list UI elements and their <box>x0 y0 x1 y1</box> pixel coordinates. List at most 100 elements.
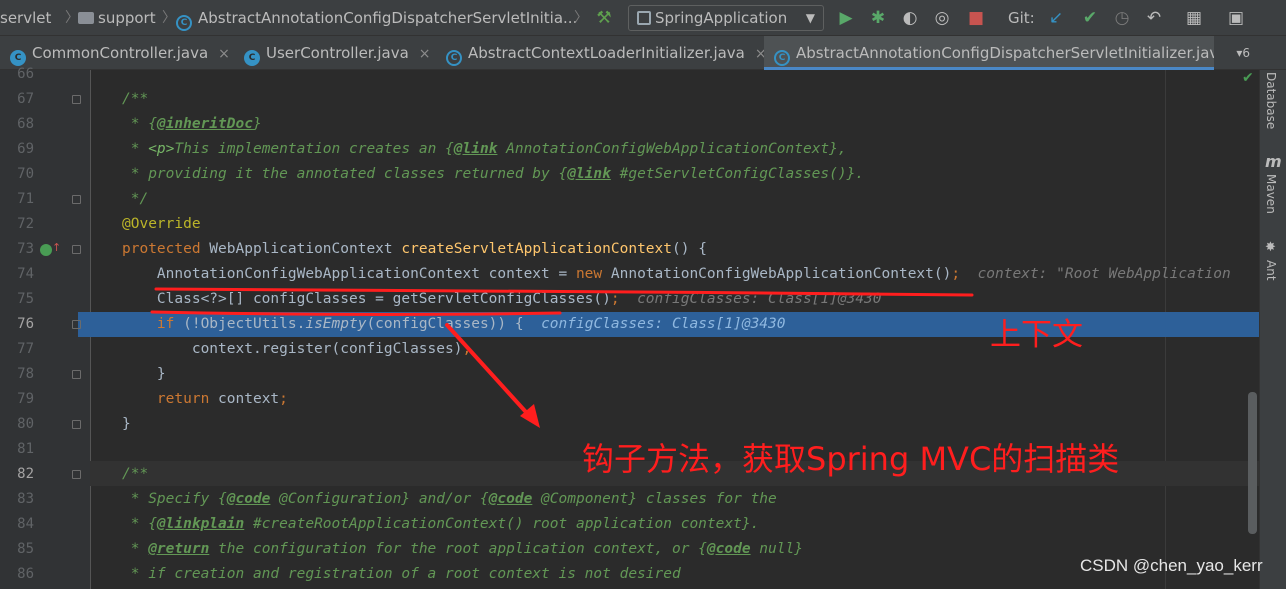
line-number: 66 <box>17 66 34 82</box>
code-text: protected WebApplicationContext createSe… <box>122 241 707 257</box>
code-text: /** <box>122 91 149 107</box>
navigation-toolbar: servlet 〉 support 〉 C AbstractAnnotationC… <box>0 0 1286 36</box>
git-update-icon[interactable]: ↙ <box>1046 8 1066 28</box>
code-text: * {@linkplain #createRootApplicationCont… <box>122 516 760 532</box>
line-number: 69 <box>17 141 34 157</box>
code-text: return context; <box>156 391 288 407</box>
breadcrumb-separator: 〉 <box>65 10 79 26</box>
code-line: 75 Class<?>[] configClasses = getServlet… <box>0 287 1286 312</box>
code-text: AnnotationConfigWebApplicationContext co… <box>122 266 1231 282</box>
git-label: Git: <box>1008 9 1035 27</box>
git-commit-check-icon[interactable]: ✔ <box>1080 8 1100 28</box>
breadcrumb-item-servlet[interactable]: servlet <box>0 0 51 36</box>
code-text: } <box>122 366 166 382</box>
code-line: 68 * {@inheritDoc} <box>0 112 1286 137</box>
profile-icon[interactable]: ◎ <box>932 8 952 28</box>
line-number: 86 <box>17 566 34 582</box>
line-number: 84 <box>17 516 34 532</box>
code-line: 84 * {@linkplain #createRootApplicationC… <box>0 512 1286 537</box>
code-line: 69 * <p>This implementation creates an {… <box>0 137 1286 162</box>
inline-debug-value: configClasses: Class[1]@3430 <box>541 316 786 332</box>
code-line: 70 * providing it the annotated classes … <box>0 162 1286 187</box>
close-icon[interactable]: × <box>419 46 431 62</box>
annotation-context-label: 上下文 <box>990 317 1083 353</box>
line-number: 70 <box>17 166 34 182</box>
code-line: 78 } <box>0 362 1286 387</box>
run-configuration-select[interactable]: SpringApplication ▼ <box>628 5 824 31</box>
line-number: 85 <box>17 541 34 557</box>
arrow-up-icon: ↑ <box>52 241 62 254</box>
fold-marker-icon[interactable] <box>72 320 81 329</box>
stop-icon[interactable]: ■ <box>966 8 986 28</box>
code-text: Class<?>[] configClasses = getServletCon… <box>122 291 882 307</box>
line-number: 67 <box>17 91 34 107</box>
line-number: 72 <box>17 216 34 232</box>
breadcrumb-separator: 〉 <box>574 10 588 26</box>
fold-marker-icon[interactable] <box>72 245 81 254</box>
run-icon[interactable]: ▶ <box>836 8 856 28</box>
inline-debug-value: context: "Root WebApplication <box>977 266 1231 282</box>
line-number: 78 <box>17 366 34 382</box>
line-number: 81 <box>17 441 34 457</box>
breadcrumb-separator: 〉 <box>162 10 176 26</box>
code-line: 72 @Override <box>0 212 1286 237</box>
code-text: * {@inheritDoc} <box>122 116 262 132</box>
presentation-mode-icon[interactable]: ▣ <box>1226 8 1246 28</box>
overrides-method-icon[interactable] <box>40 244 52 256</box>
code-text: */ <box>122 191 149 207</box>
annotation-hook-label: 钩子方法，获取Spring MVC的扫描类 <box>582 440 1120 478</box>
code-line: 73 ↑ protected WebApplicationContext cre… <box>0 237 1286 262</box>
debug-bug-icon[interactable]: ✱ <box>868 8 888 28</box>
code-text: if (!ObjectUtils.isEmpty(configClasses))… <box>156 316 786 332</box>
fold-marker-icon[interactable] <box>72 195 81 204</box>
code-text: * @return the configuration for the root… <box>122 541 803 557</box>
line-number: 75 <box>17 291 34 307</box>
git-rollback-icon[interactable]: ↶ <box>1144 8 1164 28</box>
abstract-class-icon: C <box>176 15 192 31</box>
fold-marker-icon[interactable] <box>72 420 81 429</box>
csdn-watermark: CSDN @chen_yao_kerr <box>1080 556 1263 575</box>
inspection-ok-check-icon[interactable]: ✔ <box>1242 70 1254 86</box>
project-structure-icon[interactable]: ▦ <box>1184 8 1204 28</box>
code-text: * <p>This implementation creates an {@li… <box>122 141 847 157</box>
line-number: 83 <box>17 491 34 507</box>
code-line: 66 <box>0 62 1286 87</box>
line-number: 79 <box>17 391 34 407</box>
breadcrumb-item-support[interactable]: support <box>78 0 156 36</box>
code-text: } <box>122 416 131 432</box>
code-line: 67 /** <box>0 87 1286 112</box>
fold-marker-icon[interactable] <box>72 470 81 479</box>
fold-marker-icon[interactable] <box>72 95 81 104</box>
fold-marker-icon[interactable] <box>72 370 81 379</box>
folder-icon <box>78 12 94 24</box>
code-text: * if creation and registration of a root… <box>122 566 681 582</box>
code-line: 77 context.register(configClasses); <box>0 337 1286 362</box>
code-text: @Override <box>122 216 201 232</box>
close-icon[interactable]: × <box>218 46 230 62</box>
chevron-down-icon: ▼ <box>805 11 815 25</box>
code-line: 83 * Specify {@code @Configuration} and/… <box>0 487 1286 512</box>
line-number: 77 <box>17 341 34 357</box>
line-number: 74 <box>17 266 34 282</box>
code-text: * Specify {@code @Configuration} and/or … <box>122 491 777 507</box>
breadcrumb-item-class[interactable]: C AbstractAnnotationConfigDispatcherServl… <box>176 0 577 36</box>
code-text: /** <box>122 466 149 482</box>
git-history-icon[interactable]: ◷ <box>1112 8 1132 28</box>
code-text: * providing it the annotated classes ret… <box>122 166 865 182</box>
coverage-icon[interactable]: ◐ <box>900 8 920 28</box>
vertical-scrollbar-thumb[interactable] <box>1248 392 1257 534</box>
build-hammer-icon[interactable]: ⚒ <box>594 8 614 28</box>
line-number: 68 <box>17 116 34 132</box>
code-line: 74 AnnotationConfigWebApplicationContext… <box>0 262 1286 287</box>
line-number: 82 <box>17 466 34 482</box>
line-number: 71 <box>17 191 34 207</box>
code-text: context.register(configClasses); <box>122 341 472 357</box>
inline-debug-value: configClasses: Class[1]@3430 <box>637 291 882 307</box>
code-line: 79 return context; <box>0 387 1286 412</box>
line-number: 80 <box>17 416 34 432</box>
code-line: 71 */ <box>0 187 1286 212</box>
line-number: 73 <box>17 241 34 257</box>
line-number: 76 <box>17 316 34 332</box>
code-line-current: 76 if (!ObjectUtils.isEmpty(configClasse… <box>0 312 1286 337</box>
spring-app-icon <box>637 11 651 25</box>
